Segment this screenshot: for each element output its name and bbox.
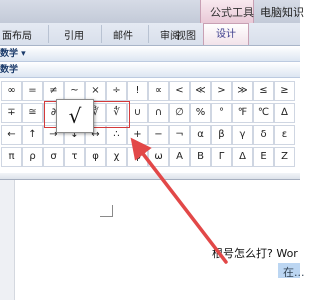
- symbol-button[interactable]: °: [211, 103, 232, 123]
- symbol-button[interactable]: χ: [106, 147, 127, 167]
- symbol-button[interactable]: Ζ: [274, 147, 295, 167]
- symbol-button[interactable]: ←: [1, 125, 22, 145]
- document-text-line[interactable]: 在...: [283, 264, 305, 280]
- symbol-button[interactable]: ∅: [169, 103, 190, 123]
- symbol-button[interactable]: Γ: [211, 147, 232, 167]
- symbol-button[interactable]: ≠: [43, 81, 64, 101]
- symbol-button[interactable]: ∆: [274, 103, 295, 123]
- symbol-button[interactable]: ↑: [22, 125, 43, 145]
- symbol-button[interactable]: β: [211, 125, 232, 145]
- symbol-button[interactable]: %: [190, 103, 211, 123]
- window-title: 电脑知识: [260, 6, 304, 19]
- symbol-button[interactable]: ρ: [22, 147, 43, 167]
- symbol-button[interactable]: ℃: [253, 103, 274, 123]
- tab-view[interactable]: 视图: [176, 27, 196, 42]
- tab-design[interactable]: 设计: [203, 23, 249, 45]
- symbol-button[interactable]: Ε: [253, 147, 274, 167]
- tab-divider: [48, 25, 49, 43]
- symbol-button[interactable]: ∴: [106, 125, 127, 145]
- symbol-button[interactable]: σ: [43, 147, 64, 167]
- symbol-button[interactable]: π: [1, 147, 22, 167]
- symbol-button[interactable]: ≥: [274, 81, 295, 101]
- symbol-button[interactable]: ∞: [1, 81, 22, 101]
- symbol-button[interactable]: ∪: [127, 103, 148, 123]
- symbol-button[interactable]: δ: [253, 125, 274, 145]
- symbol-button[interactable]: ψ: [127, 147, 148, 167]
- title-bar: [0, 0, 300, 23]
- symbol-button[interactable]: τ: [64, 147, 85, 167]
- square-root-symbol-preview[interactable]: √: [56, 99, 94, 133]
- symbol-button[interactable]: −: [148, 125, 169, 145]
- tab-divider: [148, 25, 149, 43]
- symbol-button[interactable]: =: [22, 81, 43, 101]
- document-text-line[interactable]: 根号怎么打? Wor: [212, 245, 298, 261]
- symbol-button[interactable]: γ: [232, 125, 253, 145]
- symbol-button[interactable]: ~: [64, 81, 85, 101]
- margin-corner-mark: [112, 205, 113, 217]
- symbol-button[interactable]: φ: [85, 147, 106, 167]
- symbol-category-header: 数学: [0, 62, 300, 78]
- symbol-button[interactable]: !: [127, 81, 148, 101]
- tab-references[interactable]: 引用: [64, 27, 84, 42]
- symbol-button[interactable]: α: [190, 125, 211, 145]
- symbol-button[interactable]: Β: [190, 147, 211, 167]
- contextual-group-label: 公式工具: [210, 6, 254, 19]
- tab-divider: [101, 25, 102, 43]
- ribbon-tabs: [0, 23, 300, 46]
- tab-mailings[interactable]: 邮件: [113, 27, 133, 42]
- symbol-button[interactable]: ∩: [148, 103, 169, 123]
- page-margin: [0, 180, 15, 300]
- symbol-button[interactable]: ε: [274, 125, 295, 145]
- symbol-button[interactable]: ×: [85, 81, 106, 101]
- symbol-button[interactable]: ≪: [190, 81, 211, 101]
- symbol-button[interactable]: <: [169, 81, 190, 101]
- document-page[interactable]: [0, 180, 300, 300]
- symbol-button[interactable]: +: [127, 125, 148, 145]
- symbol-button[interactable]: Α: [169, 147, 190, 167]
- margin-corner-mark: [100, 216, 112, 217]
- symbol-button[interactable]: ≤: [253, 81, 274, 101]
- symbol-button[interactable]: ∓: [1, 103, 22, 123]
- symbol-gallery-border: [0, 173, 300, 180]
- symbol-category-dropdown[interactable]: 数学 ▾: [0, 46, 300, 62]
- symbol-button[interactable]: >: [211, 81, 232, 101]
- symbol-button[interactable]: ÷: [106, 81, 127, 101]
- symbol-button[interactable]: ω: [148, 147, 169, 167]
- symbol-button[interactable]: ℉: [232, 103, 253, 123]
- symbol-button[interactable]: Δ: [232, 147, 253, 167]
- symbol-button[interactable]: ¬: [169, 125, 190, 145]
- symbol-button[interactable]: ≅: [22, 103, 43, 123]
- symbol-button[interactable]: ≫: [232, 81, 253, 101]
- tab-page-layout[interactable]: 面布局: [2, 27, 32, 42]
- symbol-button[interactable]: ∝: [148, 81, 169, 101]
